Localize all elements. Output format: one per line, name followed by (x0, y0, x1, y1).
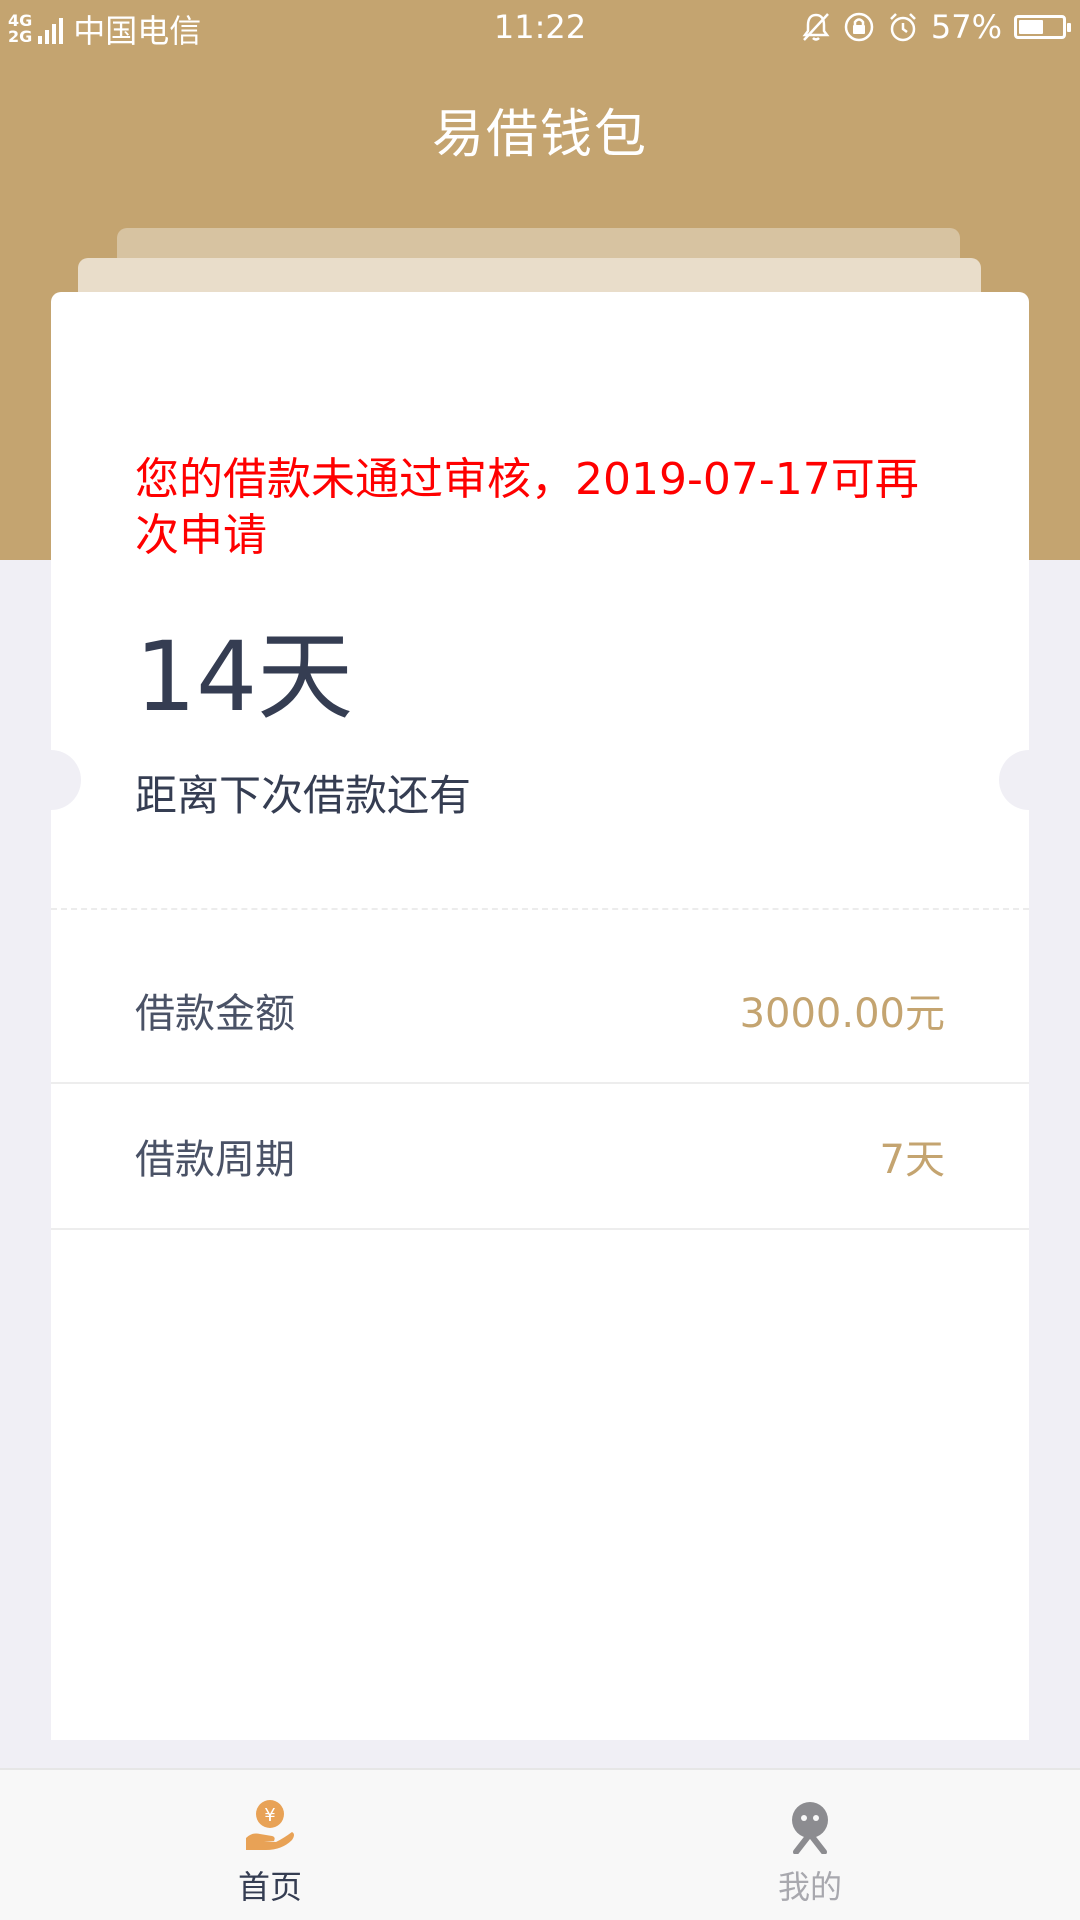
loan-period-label: 借款周期 (135, 1137, 295, 1183)
person-icon (792, 1802, 828, 1854)
tab-mine[interactable]: 我的 (540, 1770, 1080, 1920)
status-right: 57% (801, 8, 1071, 46)
card-scallop-edge (51, 1718, 1029, 1766)
loan-amount-label: 借款金额 (135, 991, 295, 1037)
rotation-lock-icon (844, 12, 874, 42)
ticket-notch-right (999, 750, 1059, 810)
battery-percent: 57% (930, 8, 1002, 46)
page-title: 易借钱包 (431, 105, 648, 165)
dashed-divider (51, 908, 1029, 910)
loan-period-value: 7天 (879, 1137, 945, 1183)
mute-bell-icon (802, 13, 830, 41)
tab-home-label: 首页 (237, 1868, 302, 1906)
rejection-message: 您的借款未通过审核，2019-07-17可再次申请 (135, 454, 919, 561)
ticket-notch-left (21, 750, 81, 810)
loan-status-card: 您的借款未通过审核，2019-07-17可再次申请 14天 距离下次借款还有 借… (21, 292, 1059, 1740)
days-remaining-label: 距离下次借款还有 (135, 771, 472, 820)
svg-text:¥: ¥ (264, 1805, 275, 1826)
hand-yen-icon: ¥ (246, 1800, 294, 1850)
tab-mine-label: 我的 (777, 1868, 842, 1906)
tab-home[interactable]: ¥ 首页 (0, 1770, 540, 1920)
battery-icon (1014, 15, 1071, 39)
loan-amount-row: 借款金额 3000.00元 (51, 938, 1029, 1084)
status-bar: 4G 2G 中国电信 11:22 57% (0, 0, 1080, 56)
battery-fill (1019, 20, 1043, 34)
loan-period-row: 借款周期 7天 (51, 1084, 1029, 1230)
days-remaining-value: 14天 (135, 621, 354, 733)
alarm-icon (889, 13, 916, 42)
bottom-tab-bar: ¥ 首页 我的 (0, 1768, 1080, 1920)
loan-amount-value: 3000.00元 (739, 991, 945, 1037)
